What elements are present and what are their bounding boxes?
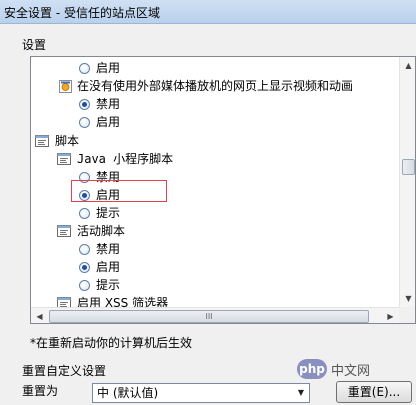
radio-button-checked[interactable] [79, 98, 90, 110]
reset-to-label: 重置为 [22, 384, 59, 398]
option-label: 启用 [96, 115, 121, 129]
category-item: 脚本 [35, 132, 79, 150]
reset-level-select[interactable]: 中 (默认值) ▼ [92, 383, 310, 403]
option-radio[interactable]: 启用 [79, 113, 120, 131]
script-icon [57, 296, 72, 307]
title-bar: 安全设置 - 受信任的站点区域 [0, 0, 416, 24]
option-radio[interactable]: 禁用 [79, 240, 120, 258]
option-label: 禁用 [96, 170, 121, 184]
option-radio[interactable]: 提示 [79, 276, 120, 294]
dropdown-arrow-icon[interactable]: ▼ [293, 384, 309, 402]
scroll-right-arrow-icon[interactable]: ▶ [382, 308, 399, 323]
scroll-grip: III [205, 312, 213, 321]
script-icon [57, 152, 72, 166]
horizontal-scrollbar[interactable]: ◀ III ▶ [31, 307, 399, 323]
radio-button[interactable] [79, 62, 90, 74]
settings-tree[interactable]: 启用 在没有使用外部媒体播放机的网页上显示视频和动画 禁用 启用 脚本 Java… [30, 56, 416, 324]
radio-button[interactable] [79, 243, 90, 255]
setting-item: 活动脚本 [57, 222, 125, 240]
horizontal-scroll-thumb[interactable]: III [49, 310, 369, 323]
window-title: 安全设置 - 受信任的站点区域 [4, 6, 160, 20]
setting-item: 在没有使用外部媒体播放机的网页上显示视频和动画 [59, 77, 353, 95]
settings-group-label: 设置 [22, 38, 47, 52]
setting-icon [59, 79, 72, 93]
radio-button[interactable] [79, 279, 90, 291]
reset-level-value: 中 (默认值) [97, 386, 159, 400]
setting-label: 启用 XSS 筛选器 [77, 296, 169, 307]
option-radio[interactable]: 禁用 [79, 95, 120, 113]
radio-button-checked[interactable] [79, 261, 90, 273]
option-label: 启用 [96, 188, 121, 202]
watermark-text: 中文网 [331, 363, 371, 379]
reset-button[interactable]: 重置(E)... [336, 381, 412, 403]
vertical-scroll-thumb[interactable] [402, 159, 415, 175]
option-label: 禁用 [96, 242, 121, 256]
setting-label: 活动脚本 [77, 224, 126, 238]
option-label: 启用 [96, 61, 121, 75]
scroll-up-arrow-icon[interactable]: ▲ [400, 57, 415, 74]
option-radio[interactable]: 禁用 [79, 168, 120, 186]
option-label: 禁用 [96, 97, 121, 111]
settings-tree-content: 启用 在没有使用外部媒体播放机的网页上显示视频和动画 禁用 启用 脚本 Java… [31, 57, 399, 307]
option-radio[interactable]: 启用 [79, 59, 120, 77]
scroll-corner [399, 307, 415, 323]
scroll-left-arrow-icon[interactable]: ◀ [31, 308, 48, 323]
radio-button[interactable] [79, 207, 90, 219]
restart-note: *在重新启动你的计算机后生效 [30, 336, 193, 350]
reset-group-label: 重置自定义设置 [22, 364, 107, 378]
radio-button-checked[interactable] [79, 189, 90, 201]
setting-label: 在没有使用外部媒体播放机的网页上显示视频和动画 [77, 79, 354, 93]
setting-item: 启用 XSS 筛选器 [57, 294, 168, 307]
script-icon [35, 134, 50, 148]
watermark: php 中文网 [297, 359, 370, 379]
vertical-scrollbar[interactable]: ▲ ▼ [399, 57, 415, 307]
category-label: 脚本 [55, 134, 80, 148]
option-label: 启用 [96, 260, 121, 274]
php-logo: php [297, 359, 327, 379]
script-icon [57, 224, 72, 238]
setting-label: Java 小程序脚本 [77, 152, 174, 166]
setting-item: Java 小程序脚本 [57, 150, 173, 168]
option-radio[interactable]: 提示 [79, 204, 120, 222]
option-label: 提示 [96, 206, 121, 220]
option-label: 提示 [96, 278, 121, 292]
radio-button[interactable] [79, 116, 90, 128]
option-radio[interactable]: 启用 [79, 186, 120, 204]
radio-button[interactable] [79, 171, 90, 183]
option-radio[interactable]: 启用 [79, 258, 120, 276]
scroll-down-arrow-icon[interactable]: ▼ [400, 290, 415, 307]
